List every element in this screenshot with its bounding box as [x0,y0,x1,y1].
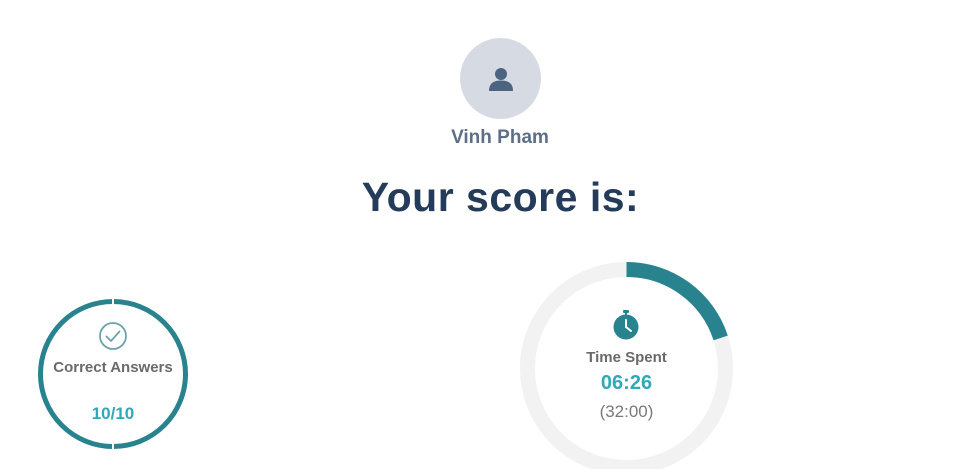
time-spent-card: Time Spent 06:26 (32:00) [520,262,733,469]
correct-answers-card: Correct Answers 10/10 [36,297,190,451]
check-circle-icon [99,322,127,350]
time-limit: (32:00) [599,402,654,421]
time-spent-label: Time Spent [586,349,667,366]
correct-answers-value: 10/10 [91,404,135,423]
avatar [460,38,541,119]
time-spent-value: 06:26 [600,372,653,394]
user-silhouette-icon [488,67,513,91]
correct-answers-label: Correct Answers [53,359,173,376]
stopwatch-icon [613,310,639,340]
score-title: Your score is: [361,174,640,220]
user-name: Vinh Pham [451,127,549,148]
